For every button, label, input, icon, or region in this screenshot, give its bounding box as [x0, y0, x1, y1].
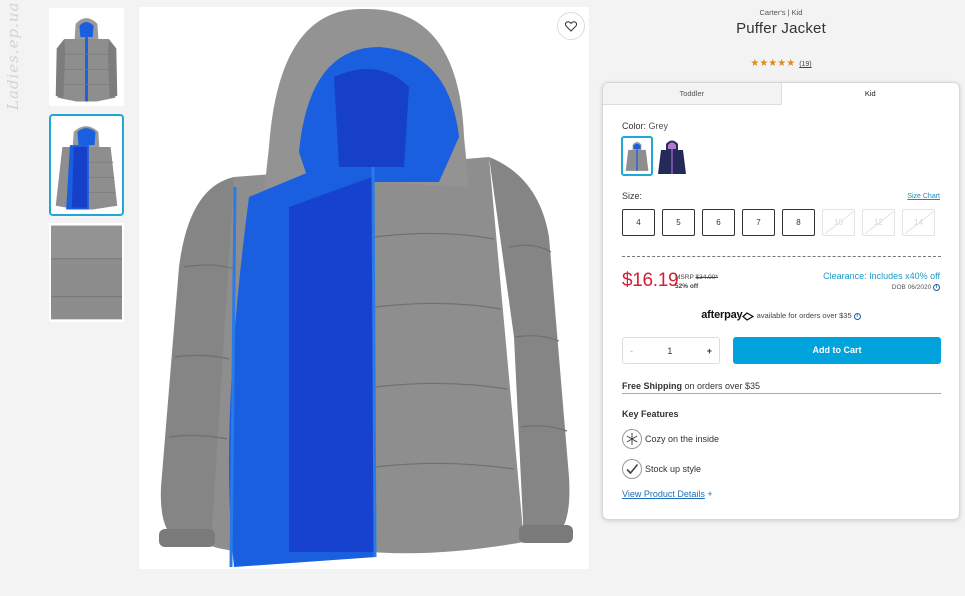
afterpay-info: afterpay available for orders over $35 i: [603, 309, 959, 321]
star-rating-icon: ★★★★★: [750, 58, 796, 69]
quantity-increase-button[interactable]: +: [707, 346, 712, 356]
free-shipping-label: Free Shipping: [622, 381, 683, 391]
size-label: Size:: [622, 191, 643, 201]
swatch-grey[interactable]: [621, 136, 653, 176]
size-option-6[interactable]: 6: [702, 209, 735, 236]
size-option-8[interactable]: 8: [782, 209, 815, 236]
quantity-stepper: - 1 +: [622, 337, 720, 364]
navy-jacket-swatch-image: [656, 136, 688, 176]
purchase-panel: Toddler Kid Color: Grey Size: Size Chart…: [602, 82, 960, 520]
dob-info[interactable]: DOB 06/2020 i: [892, 284, 940, 291]
afterpay-arrow-icon: [742, 311, 755, 321]
size-option-12: 12: [862, 209, 895, 236]
rating[interactable]: ★★★★★ (19): [602, 58, 960, 69]
size-option-4[interactable]: 4: [622, 209, 655, 236]
add-to-cart-button[interactable]: Add to Cart: [733, 337, 941, 364]
jacket-front-image: [51, 10, 122, 104]
shipping-info: Free Shipping on orders over $35: [622, 381, 761, 391]
color-label: Color: Grey: [622, 121, 669, 131]
review-count-link[interactable]: (19): [799, 61, 811, 68]
size-chart-link[interactable]: Size Chart: [907, 193, 940, 200]
favorite-button[interactable]: [557, 12, 585, 40]
feature-item: Stock up style: [622, 459, 701, 479]
afterpay-logo: afterpay: [701, 309, 743, 321]
fabric-closeup-image: [51, 225, 122, 320]
view-product-details-link[interactable]: View Product Details: [622, 489, 705, 499]
clearance-text: Clearance: Includes x40% off: [823, 271, 940, 281]
grey-jacket-swatch-image: [623, 138, 651, 174]
age-tabs: Toddler Kid: [603, 83, 959, 105]
snowflake-icon: [622, 429, 642, 449]
divider: [622, 256, 941, 257]
msrp-value: $34.00*: [695, 274, 718, 281]
discount-percent: 52% off: [675, 283, 699, 290]
heart-icon: [565, 20, 577, 32]
watermark: Ladies.ep.ua: [4, 1, 22, 111]
size-option-5[interactable]: 5: [662, 209, 695, 236]
swatch-navy[interactable]: [656, 136, 688, 176]
size-option-14: 14: [902, 209, 935, 236]
feature-item: Cozy on the inside: [622, 429, 719, 449]
shipping-divider: [622, 393, 941, 394]
jacket-open-image: [51, 118, 122, 212]
color-value: Grey: [648, 121, 669, 131]
thumbnail-front[interactable]: [49, 8, 124, 106]
quantity-decrease-button[interactable]: -: [630, 346, 633, 356]
quantity-value[interactable]: 1: [667, 346, 672, 356]
brand-line: Carter's | Kid: [759, 8, 803, 17]
thumbnail-fabric[interactable]: [49, 223, 124, 322]
product-title: Puffer Jacket: [736, 20, 826, 37]
info-icon[interactable]: i: [933, 284, 940, 291]
thumbnail-open[interactable]: [49, 114, 124, 216]
key-features-title: Key Features: [622, 409, 679, 419]
size-option-7[interactable]: 7: [742, 209, 775, 236]
sale-price: $16.19: [622, 270, 679, 291]
puffer-jacket-image: [139, 7, 589, 569]
tab-toddler[interactable]: Toddler: [603, 83, 782, 105]
afterpay-text: available for orders over $35: [756, 311, 852, 320]
expand-plus-icon[interactable]: +: [707, 489, 712, 499]
size-option-10: 10: [822, 209, 855, 236]
checkmark-icon: [622, 459, 642, 479]
view-product-details[interactable]: View Product Details +: [622, 489, 713, 499]
afterpay-info-icon[interactable]: i: [853, 312, 861, 320]
msrp-info: MSRP $34.00* 52% off: [675, 274, 718, 290]
main-product-image: [139, 7, 589, 569]
tab-kid[interactable]: Kid: [782, 83, 960, 105]
